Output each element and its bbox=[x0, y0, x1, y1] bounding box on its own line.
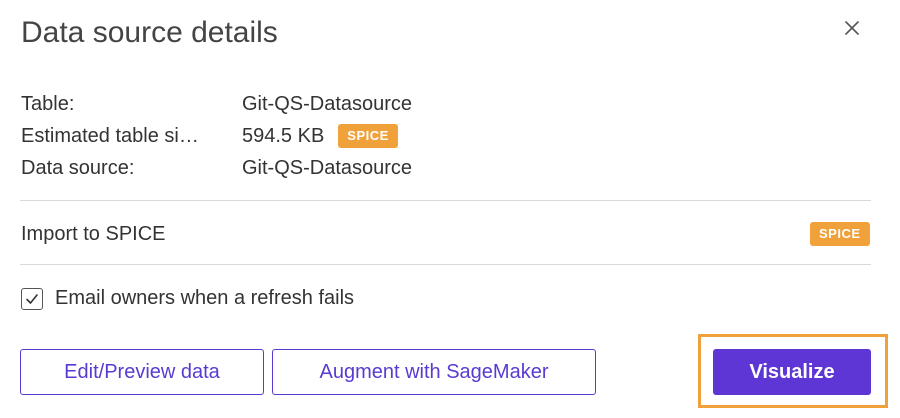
detail-label: Table: bbox=[21, 92, 75, 115]
divider bbox=[20, 200, 871, 201]
dialog-title: Data source details bbox=[21, 16, 278, 49]
detail-row-table: Table: Git-QS-Datasource bbox=[21, 88, 641, 120]
details-list: Table: Git-QS-Datasource Estimated table… bbox=[21, 88, 641, 184]
email-owners-option[interactable]: Email owners when a refresh fails bbox=[21, 287, 354, 310]
edit-preview-data-button[interactable]: Edit/Preview data bbox=[20, 349, 264, 395]
detail-value-text: Git-QS-Datasource bbox=[242, 92, 413, 115]
detail-label: Estimated table si… bbox=[21, 124, 199, 147]
detail-row-data-source: Data source: Git-QS-Datasource bbox=[21, 152, 641, 184]
detail-label: Data source: bbox=[21, 156, 135, 179]
detail-row-size: Estimated table si… 594.5 KB SPICE bbox=[21, 120, 641, 152]
data-source-details-dialog: Data source details Table: Git-QS-Dataso… bbox=[0, 0, 900, 418]
email-owners-checkbox[interactable] bbox=[21, 287, 43, 310]
import-spice-badge: SPICE bbox=[810, 222, 870, 246]
detail-value-text: 594.5 KB bbox=[242, 124, 325, 147]
divider bbox=[20, 264, 871, 265]
spice-badge: SPICE bbox=[338, 124, 398, 148]
detail-value-text: Git-QS-Datasource bbox=[242, 156, 413, 179]
close-button[interactable] bbox=[838, 14, 866, 42]
detail-value: 594.5 KB SPICE bbox=[242, 124, 398, 148]
close-icon bbox=[845, 21, 859, 35]
checkmark-icon bbox=[26, 293, 38, 304]
detail-value: Git-QS-Datasource bbox=[242, 157, 412, 180]
visualize-button[interactable]: Visualize bbox=[713, 349, 871, 395]
detail-value: Git-QS-Datasource bbox=[242, 93, 412, 116]
email-owners-label: Email owners when a refresh fails bbox=[55, 287, 355, 309]
augment-with-sagemaker-button[interactable]: Augment with SageMaker bbox=[272, 349, 596, 395]
import-label: Import to SPICE bbox=[21, 223, 166, 245]
